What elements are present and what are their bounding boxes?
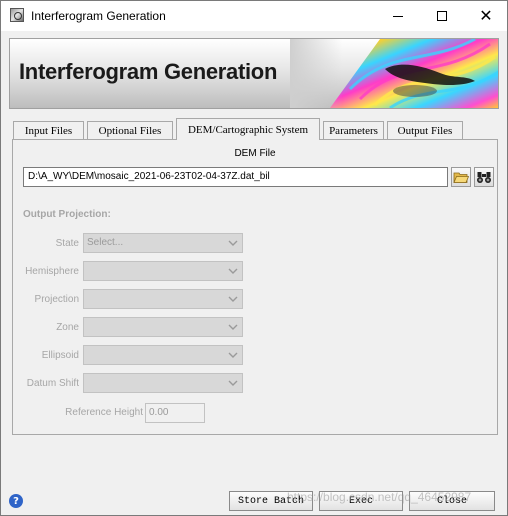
chevron-down-icon: [228, 352, 238, 358]
folder-open-icon: [453, 172, 469, 183]
help-icon[interactable]: ?: [9, 494, 23, 508]
window-title: Interferogram Generation: [31, 9, 166, 23]
close-button[interactable]: Close: [409, 491, 495, 511]
minimize-button[interactable]: [375, 1, 421, 31]
datum-shift-select[interactable]: [83, 373, 243, 393]
exec-button[interactable]: Exec: [319, 491, 403, 511]
dem-cartographic-panel: DEM File D:\A_WY\DEM\mosaic_2021-06-23T0…: [12, 139, 498, 435]
state-select[interactable]: Select...: [83, 233, 243, 253]
binoculars-icon: [477, 172, 491, 183]
browse-button[interactable]: [474, 167, 494, 187]
hemisphere-label: Hemisphere: [25, 266, 79, 277]
tab-parameters[interactable]: Parameters: [323, 121, 384, 139]
reference-height-label: Reference Height: [65, 407, 143, 418]
state-select-value: Select...: [87, 237, 124, 248]
maximize-button[interactable]: [419, 1, 465, 31]
tab-input-files[interactable]: Input Files: [13, 121, 84, 139]
banner-title: Interferogram Generation: [19, 59, 278, 84]
zone-select[interactable]: [83, 317, 243, 337]
zone-label: Zone: [56, 322, 79, 333]
tab-optional-files[interactable]: Optional Files: [87, 121, 173, 139]
reference-height-input[interactable]: 0.00: [145, 403, 205, 423]
chevron-down-icon: [228, 380, 238, 386]
chevron-down-icon: [228, 268, 238, 274]
dem-file-label: DEM File: [234, 148, 276, 159]
hemisphere-select[interactable]: [83, 261, 243, 281]
interferogram-image: [290, 39, 498, 108]
title-bar: Interferogram Generation ✕: [1, 1, 507, 31]
dialog-window: Interferogram Generation ✕ Interferogram…: [0, 0, 508, 516]
open-folder-button[interactable]: [451, 167, 471, 187]
app-icon: [10, 8, 24, 22]
datum-shift-label: Datum Shift: [26, 378, 79, 389]
header-banner: Interferogram Generation: [9, 38, 499, 109]
maximize-icon: [437, 11, 447, 21]
projection-label: Projection: [34, 294, 79, 305]
tab-output-files[interactable]: Output Files: [387, 121, 463, 139]
store-batch-button[interactable]: Store Batch: [229, 491, 313, 511]
close-window-button[interactable]: ✕: [463, 1, 508, 31]
state-label: State: [55, 238, 79, 249]
tab-dem-cartographic-system[interactable]: DEM/Cartographic System: [176, 118, 320, 140]
minimize-icon: [393, 15, 403, 17]
close-icon: ✕: [479, 6, 493, 25]
chevron-down-icon: [228, 324, 238, 330]
ellipsoid-select[interactable]: [83, 345, 243, 365]
ellipsoid-label: Ellipsoid: [41, 350, 79, 361]
output-projection-title: Output Projection:: [23, 209, 111, 220]
projection-select[interactable]: [83, 289, 243, 309]
chevron-down-icon: [228, 296, 238, 302]
dem-file-input[interactable]: D:\A_WY\DEM\mosaic_2021-06-23T02-04-37Z.…: [23, 167, 448, 187]
chevron-down-icon: [228, 240, 238, 246]
